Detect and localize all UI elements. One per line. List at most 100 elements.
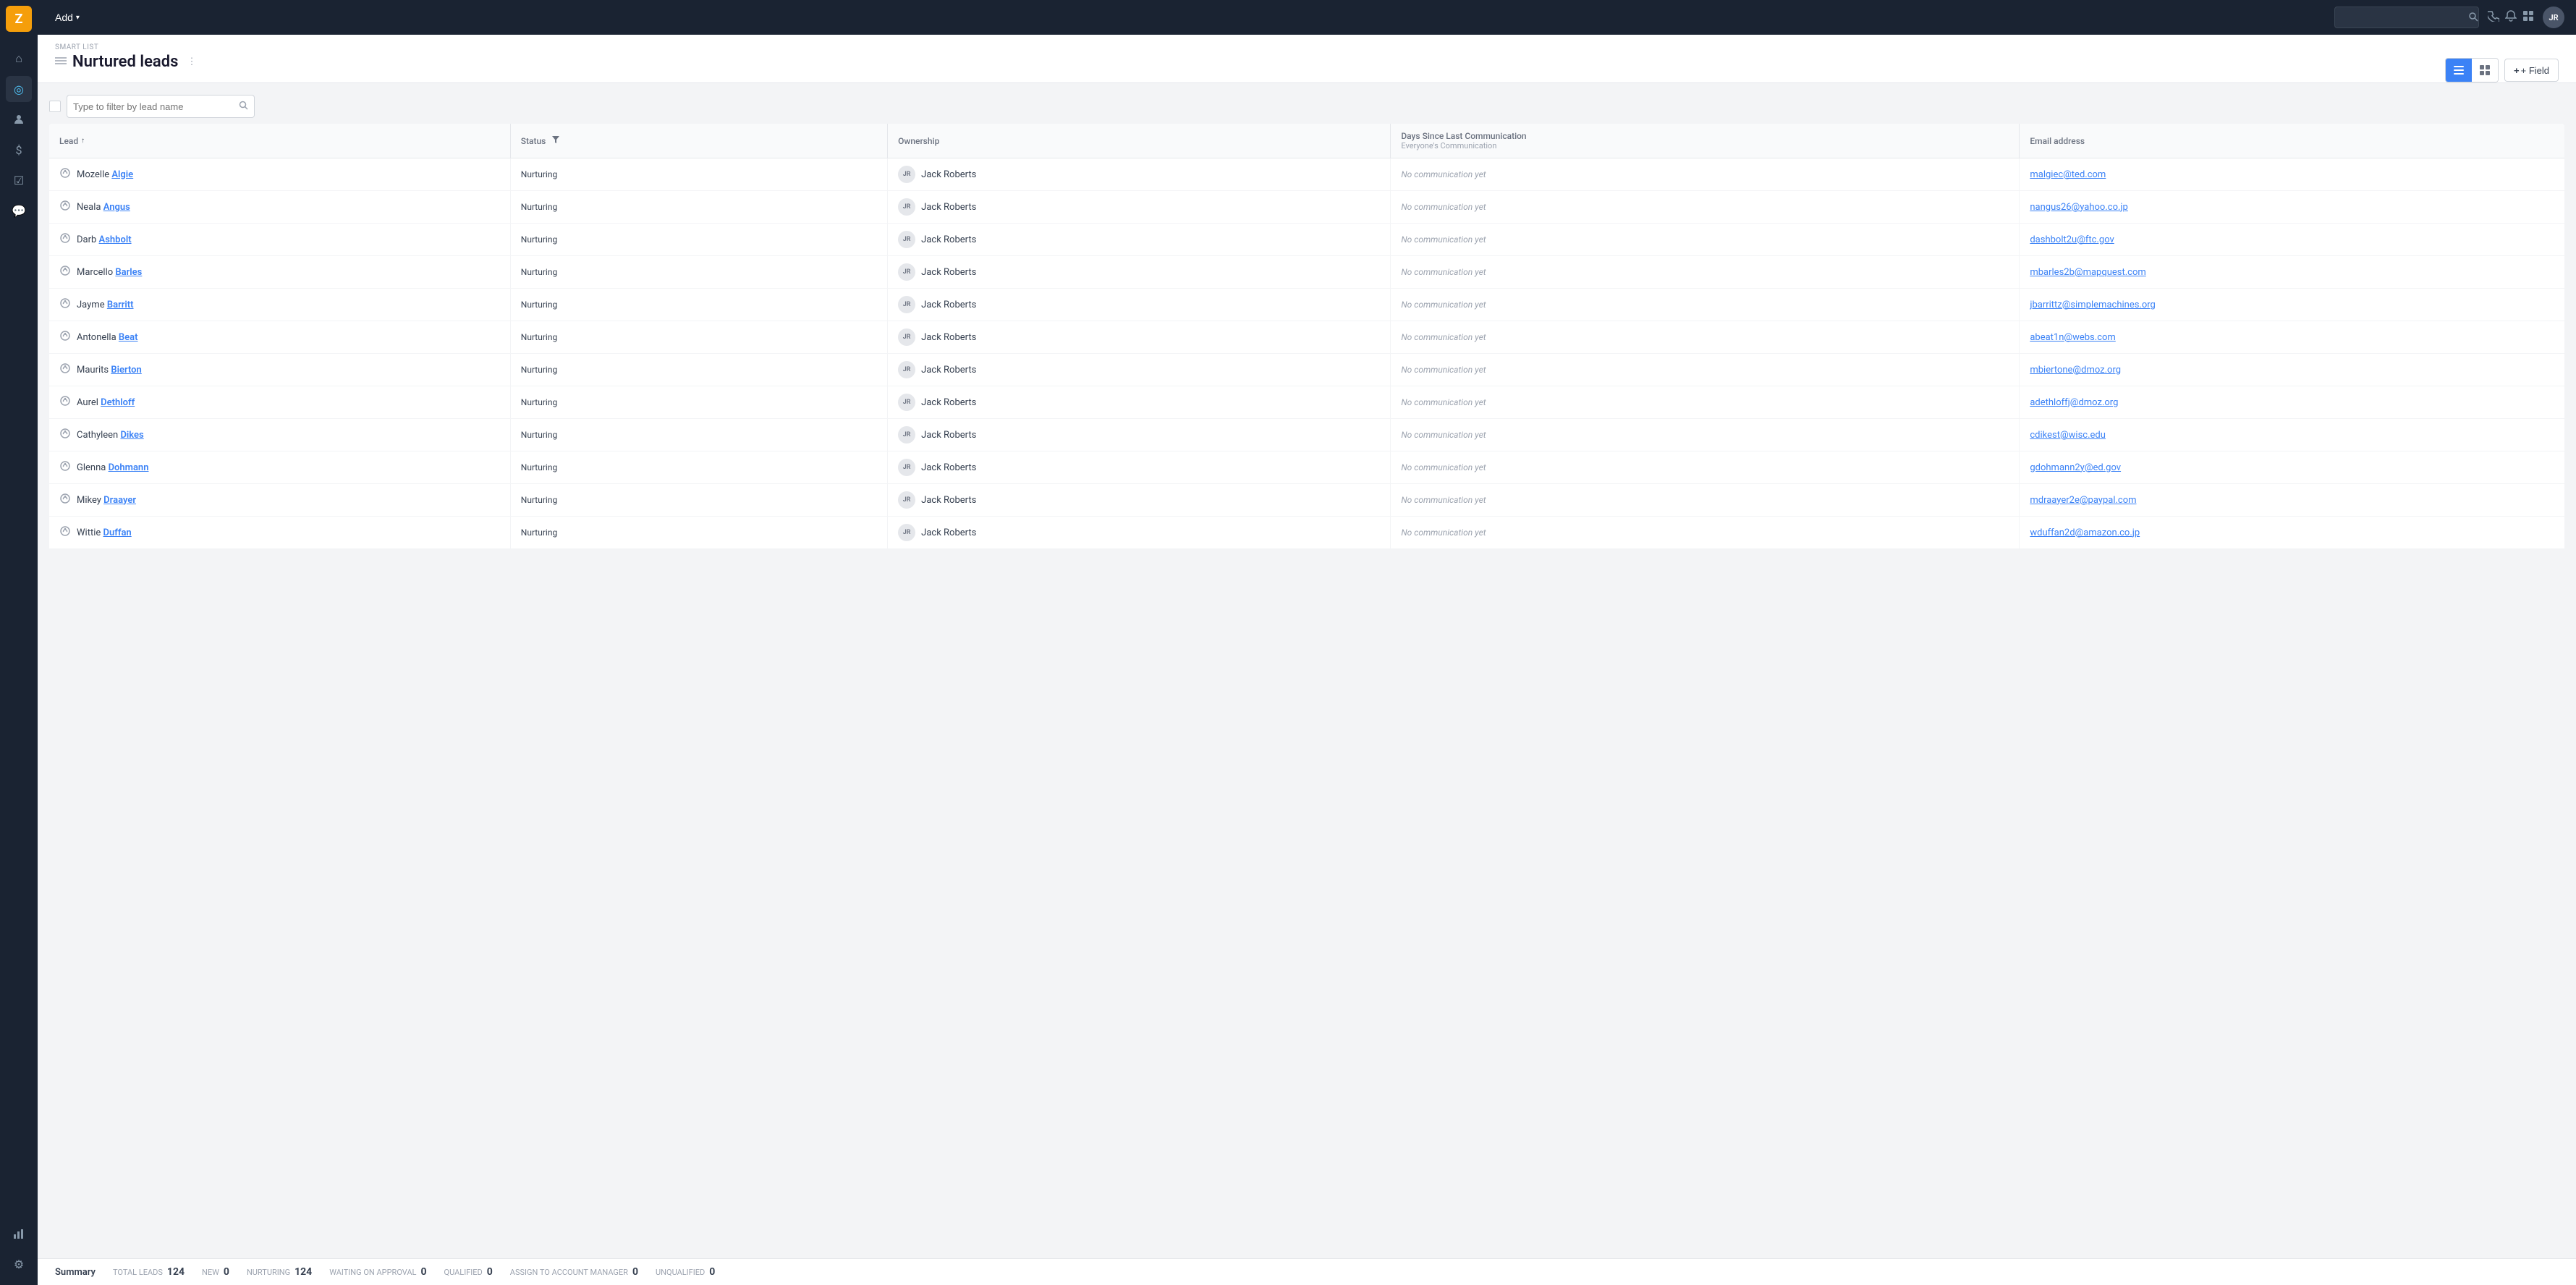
lead-email-link[interactable]: wduffan2d@amazon.co.jp: [2030, 527, 2140, 538]
lead-email-link[interactable]: malgiec@ted.com: [2030, 169, 2106, 180]
lead-email-link[interactable]: mbarles2b@mapquest.com: [2030, 267, 2145, 278]
lead-last-name[interactable]: Ashbolt: [99, 234, 132, 245]
status-badge: Nurturing: [521, 332, 557, 342]
lead-last-name[interactable]: Bierton: [111, 365, 141, 376]
more-options-icon[interactable]: ⋮: [187, 56, 196, 67]
lead-owner-cell: JR Jack Roberts: [888, 224, 1391, 256]
bell-icon[interactable]: [2505, 10, 2517, 25]
sidebar-item-messages[interactable]: 💬: [6, 198, 32, 224]
days-since-label: No communication yet: [1401, 332, 1486, 342]
filter-input-wrap: [67, 95, 255, 118]
lead-full-name[interactable]: Mikey Draayer: [77, 495, 136, 506]
lead-name-filter-input[interactable]: [73, 101, 239, 112]
hamburger-icon[interactable]: [55, 56, 67, 68]
grid-icon[interactable]: [2522, 10, 2534, 25]
add-field-button[interactable]: + + Field: [2504, 59, 2559, 82]
new-key: NEW: [202, 1268, 219, 1277]
lead-last-name[interactable]: Barles: [115, 267, 142, 278]
sidebar-item-home[interactable]: ⌂: [6, 46, 32, 72]
user-avatar[interactable]: JR: [2543, 7, 2564, 28]
lead-last-name[interactable]: Beat: [119, 332, 138, 343]
lead-owner-cell: JR Jack Roberts: [888, 354, 1391, 386]
lead-last-name[interactable]: Draayer: [103, 495, 136, 506]
lead-status-icon: [59, 460, 71, 475]
lead-first-name: Neala: [77, 202, 103, 213]
assign-val: 0: [632, 1266, 638, 1278]
owner-avatar: JR: [898, 426, 915, 444]
lead-full-name[interactable]: Wittie Duffan: [77, 527, 132, 538]
lead-full-name[interactable]: Marcello Barles: [77, 267, 142, 278]
lead-email-link[interactable]: mbiertone@dmoz.org: [2030, 365, 2121, 376]
owner-name: Jack Roberts: [921, 169, 976, 180]
lead-status-icon: [59, 428, 71, 442]
lead-email-cell: jbarrittz@simplemachines.org: [2020, 289, 2564, 321]
lead-full-name[interactable]: Jayme Barritt: [77, 300, 134, 310]
lead-last-name[interactable]: Angus: [103, 202, 130, 213]
lead-name-cell: Glenna Dohmann: [49, 451, 510, 484]
lead-email-link[interactable]: jbarrittz@simplemachines.org: [2030, 300, 2156, 310]
lead-last-name[interactable]: Algie: [111, 169, 133, 180]
col-header-status[interactable]: Status: [510, 124, 887, 158]
lead-email-link[interactable]: adethloffj@dmoz.org: [2030, 397, 2118, 408]
lead-owner-cell: JR Jack Roberts: [888, 321, 1391, 354]
grid-view-button[interactable]: [2472, 59, 2498, 82]
status-badge: Nurturing: [521, 202, 557, 212]
lead-name-cell: Mozelle Algie: [49, 158, 510, 191]
lead-last-name[interactable]: Dikes: [120, 430, 143, 441]
chevron-down-icon: ▾: [76, 14, 80, 22]
lead-last-name[interactable]: Dethloff: [101, 397, 135, 408]
sidebar-item-tasks[interactable]: ☑: [6, 167, 32, 193]
lead-status-cell: Nurturing: [510, 354, 887, 386]
lead-status-cell: Nurturing: [510, 386, 887, 419]
global-search-input[interactable]: [2341, 12, 2468, 23]
lead-email-link[interactable]: cdikest@wisc.edu: [2030, 430, 2106, 441]
lead-first-name: Cathyleen: [77, 430, 120, 441]
days-col-label: Days Since Last Communication: [1401, 131, 2009, 141]
lead-owner-cell: JR Jack Roberts: [888, 451, 1391, 484]
new-val: 0: [224, 1266, 229, 1278]
days-since-label: No communication yet: [1401, 527, 1486, 538]
col-header-lead[interactable]: Lead ↑: [49, 124, 510, 158]
lead-last-name[interactable]: Barritt: [107, 300, 134, 310]
lead-email-link[interactable]: nangus26@yahoo.co.jp: [2030, 202, 2128, 213]
add-field-label: + Field: [2521, 65, 2549, 76]
sidebar-item-settings[interactable]: ⚙: [6, 1251, 32, 1277]
lead-email-link[interactable]: gdohmann2y@ed.gov: [2030, 462, 2121, 473]
lead-full-name[interactable]: Darb Ashbolt: [77, 234, 132, 245]
status-badge: Nurturing: [521, 397, 557, 407]
lead-full-name[interactable]: Glenna Dohmann: [77, 462, 148, 473]
list-view-button[interactable]: [2446, 59, 2472, 82]
table-row: Maurits Bierton Nurturing JR Jack Robert…: [49, 354, 2564, 386]
lead-email-link[interactable]: dashbolt2u@ftc.gov: [2030, 234, 2114, 245]
lead-full-name[interactable]: Cathyleen Dikes: [77, 430, 144, 441]
lead-status-icon: [59, 200, 71, 214]
sidebar-item-leads[interactable]: ◎: [6, 76, 32, 102]
lead-email-link[interactable]: abeat1n@webs.com: [2030, 332, 2115, 343]
sidebar-item-deals[interactable]: $: [6, 137, 32, 163]
phone-icon[interactable]: [2488, 10, 2499, 25]
lead-full-name[interactable]: Maurits Bierton: [77, 365, 142, 376]
lead-last-name[interactable]: Duffan: [103, 527, 131, 538]
lead-full-name[interactable]: Antonella Beat: [77, 332, 138, 343]
sidebar-item-analytics[interactable]: [6, 1221, 32, 1247]
lead-full-name[interactable]: Mozelle Algie: [77, 169, 133, 180]
owner-name: Jack Roberts: [921, 202, 976, 213]
lead-full-name[interactable]: Aurel Dethloff: [77, 397, 135, 408]
app-logo[interactable]: Z: [6, 6, 32, 32]
select-all-checkbox[interactable]: [49, 101, 61, 112]
lead-owner-cell: JR Jack Roberts: [888, 158, 1391, 191]
lead-full-name[interactable]: Neala Angus: [77, 202, 130, 213]
filter-funnel-icon[interactable]: [551, 135, 560, 146]
lead-email-link[interactable]: mdraayer2e@paypal.com: [2030, 495, 2136, 506]
lead-col-label: Lead: [59, 136, 78, 146]
owner-avatar: JR: [898, 166, 915, 183]
owner-name: Jack Roberts: [921, 332, 976, 343]
global-search[interactable]: [2334, 7, 2479, 28]
sidebar-item-contacts[interactable]: [6, 106, 32, 132]
summary-waiting: WAITING ON APPROVAL 0: [329, 1266, 426, 1278]
lead-days-comm-cell: No communication yet: [1391, 289, 2020, 321]
add-button[interactable]: Add ▾: [49, 9, 85, 26]
table-row: Darb Ashbolt Nurturing JR Jack Roberts N…: [49, 224, 2564, 256]
lead-last-name[interactable]: Dohmann: [109, 462, 149, 473]
filter-row: [49, 95, 2564, 118]
